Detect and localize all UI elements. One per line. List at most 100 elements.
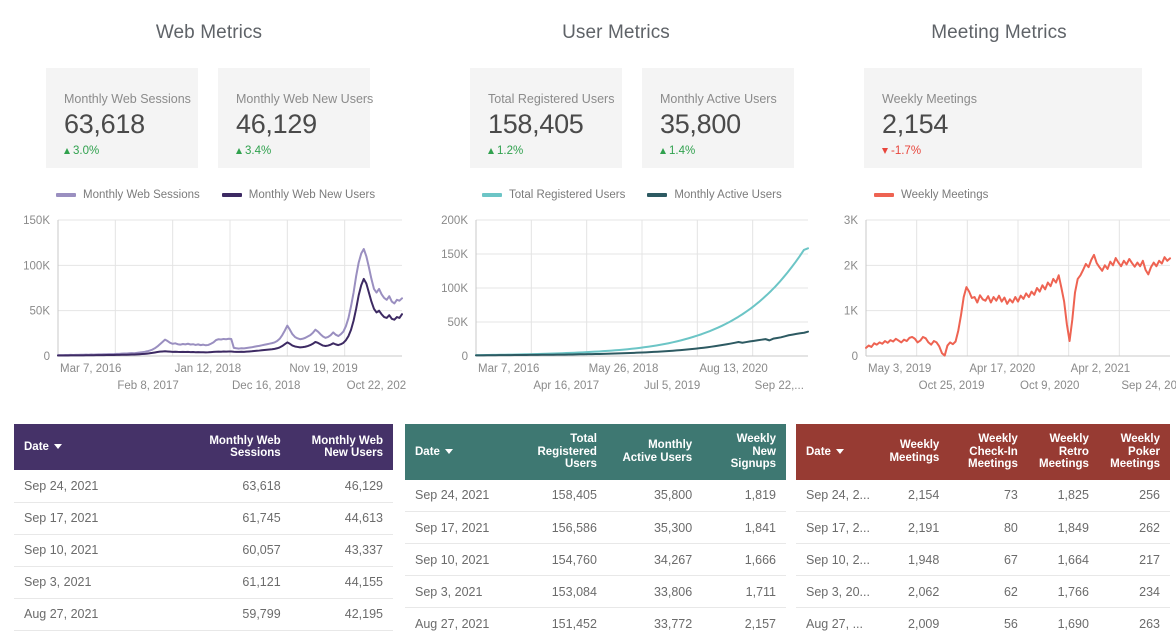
svg-text:0: 0 <box>44 351 50 363</box>
cell-value: 158,405 <box>515 479 607 512</box>
column-header-date[interactable]: Date <box>14 424 188 470</box>
kpi-delta-text: 1.2% <box>497 145 524 157</box>
svg-text:3K: 3K <box>844 215 858 227</box>
kpi-value: 46,129 <box>236 109 317 139</box>
cell-value: 234 <box>1098 575 1170 608</box>
column-header-weekly-new-signups[interactable]: Weekly New Signups <box>702 424 786 480</box>
cell-value: 2,157 <box>702 607 786 632</box>
table-head: Date Monthly Web Sessions Monthly Web Ne… <box>14 424 393 470</box>
cell-value: 1,819 <box>702 479 786 512</box>
cell-value: 61,745 <box>188 502 291 535</box>
cell-value: 262 <box>1098 511 1170 544</box>
table-row[interactable]: Sep 24, 2... 2,154 73 1,825 256 <box>796 479 1170 512</box>
table-row[interactable]: Sep 3, 20... 2,062 62 1,766 234 <box>796 575 1170 608</box>
column-header-date[interactable]: Date <box>796 424 878 480</box>
arrow-up-icon <box>660 148 666 154</box>
table-row[interactable]: Sep 17, 2... 2,191 80 1,849 262 <box>796 511 1170 544</box>
panel-title-web: Web Metrics <box>155 22 263 43</box>
cell-value: 1,948 <box>878 543 950 576</box>
kpi-card-monthly-web-sessions[interactable]: Monthly Web Sessions 63,618 3.0% <box>46 68 198 168</box>
kpi-row-user: Total Registered Users 158,405 1.2% Mont… <box>412 46 812 168</box>
cell-value: 35,300 <box>606 511 703 544</box>
table-row[interactable]: Aug 27, 2021 59,799 42,195 <box>14 598 393 631</box>
cell-value: 156,586 <box>515 511 607 544</box>
cell-value: 154,760 <box>515 543 607 576</box>
cell-value: 63,618 <box>188 470 291 503</box>
kpi-card-weekly-meetings[interactable]: Weekly Meetings 2,154 -1.7% <box>864 68 1142 168</box>
table-row[interactable]: Sep 10, 2021 60,057 43,337 <box>14 534 393 567</box>
svg-text:May 26, 2018: May 26, 2018 <box>589 363 659 375</box>
column-header-monthly-web-new-users[interactable]: Monthly Web New Users <box>291 424 393 470</box>
svg-text:Oct 22, 2020: Oct 22, 2020 <box>347 380 406 392</box>
cell-value: 1,711 <box>702 575 786 608</box>
cell-date: Sep 24, 2021 <box>405 479 516 512</box>
column-header-weekly-retro-meetings[interactable]: Weekly Retro Meetings <box>1028 424 1099 480</box>
table-row[interactable]: Sep 10, 2021 154,760 34,267 1,666 <box>405 543 786 576</box>
arrow-up-icon <box>64 148 70 154</box>
legend-label: Monthly Web Sessions <box>83 189 200 201</box>
table-row[interactable]: Sep 24, 2021 158,405 35,800 1,819 <box>405 479 786 512</box>
cell-date: Sep 10, 2021 <box>14 534 189 567</box>
column-header-date[interactable]: Date <box>405 424 515 480</box>
kpi-label: Monthly Active Users <box>660 92 777 106</box>
svg-text:Mar 7, 2016: Mar 7, 2016 <box>60 363 121 375</box>
arrow-down-icon <box>882 148 888 154</box>
legend-swatch-icon <box>482 193 502 197</box>
table-meeting-metrics[interactable]: Date Weekly Meetings Weekly Check-In Mee… <box>796 424 1170 632</box>
table-user-metrics[interactable]: Date Total Registered Users Monthly Acti… <box>405 424 786 632</box>
chart-user-metrics[interactable]: 0 50K 100K 150K 200K Mar 7, 2016 Apr 16, 2017 M… <box>412 198 812 406</box>
table-head: Date Total Registered Users Monthly Acti… <box>405 424 786 480</box>
legend-item[interactable]: Monthly Web Sessions <box>56 189 200 201</box>
kpi-label: Total Registered Users <box>488 92 615 106</box>
table-row[interactable]: Aug 27, ... 2,009 56 1,690 263 <box>796 607 1170 632</box>
table-row[interactable]: Sep 17, 2021 61,745 44,613 <box>14 502 393 535</box>
kpi-card-total-registered-users[interactable]: Total Registered Users 158,405 1.2% <box>470 68 622 168</box>
table-row[interactable]: Sep 3, 2021 153,084 33,806 1,711 <box>405 575 786 608</box>
svg-text:0: 0 <box>462 351 468 363</box>
column-header-total-registered-users[interactable]: Total Registered Users <box>515 424 606 480</box>
cell-value: 2,191 <box>878 511 950 544</box>
legend-item[interactable]: Total Registered Users <box>482 189 625 201</box>
column-label: Date <box>806 445 831 458</box>
cell-value: 61,121 <box>188 566 291 599</box>
column-header-monthly-active-users[interactable]: Monthly Active Users <box>607 424 702 480</box>
table-web-metrics[interactable]: Date Monthly Web Sessions Monthly Web Ne… <box>14 424 393 631</box>
legend-item[interactable]: Weekly Meetings <box>874 189 988 201</box>
svg-text:Sep 24, 2021: Sep 24, 2021 <box>1121 380 1176 392</box>
column-header-weekly-meetings[interactable]: Weekly Meetings <box>878 424 949 480</box>
legend-item[interactable]: Monthly Active Users <box>647 189 782 201</box>
table-row[interactable]: Sep 17, 2021 156,586 35,300 1,841 <box>405 511 786 544</box>
kpi-card-monthly-web-new-users[interactable]: Monthly Web New Users 46,129 3.4% <box>218 68 373 168</box>
cell-value: 1,825 <box>1027 479 1099 512</box>
panels-row: Web Metrics Monthly Web Sessions 63,618 … <box>0 0 1176 424</box>
cell-date: Sep 17, 2... <box>796 511 879 544</box>
table-row[interactable]: Sep 3, 2021 61,121 44,155 <box>14 566 393 599</box>
cell-value: 1,666 <box>702 543 786 576</box>
table-block-user: Date Total Registered Users Monthly Acti… <box>405 424 796 632</box>
cell-value: 1,766 <box>1027 575 1099 608</box>
column-header-weekly-checkin-meetings[interactable]: Weekly Check-In Meetings <box>949 424 1028 480</box>
legend-item[interactable]: Monthly Web New Users <box>221 189 375 201</box>
column-header-weekly-poker-meetings[interactable]: Weekly Poker Meetings <box>1099 424 1170 480</box>
kpi-value: 158,405 <box>488 109 584 139</box>
legend-swatch-icon <box>647 193 668 197</box>
cell-date: Sep 24, 2... <box>796 479 879 512</box>
chart-meeting-metrics[interactable]: 0 1K 2K 3K May 3, 2019 Oct 25, 2019 Apr 17, 20… <box>812 198 1176 406</box>
column-header-monthly-web-sessions[interactable]: Monthly Web Sessions <box>188 424 290 470</box>
panel-user-metrics: User Metrics Total Registered Users 158,… <box>412 0 812 424</box>
chart-web-metrics[interactable]: 0 50K 100K 150K Mar 7, 2016 Feb 8, 2017 Jan 12… <box>0 198 412 406</box>
table-header-row: Date Monthly Web Sessions Monthly Web Ne… <box>14 424 393 470</box>
panel-web-metrics: Web Metrics Monthly Web Sessions 63,618 … <box>0 0 412 424</box>
chart-legend-user: Total Registered Users Monthly Active Us… <box>412 168 812 201</box>
cell-value: 151,452 <box>515 607 607 632</box>
cell-value: 42,195 <box>290 598 393 631</box>
legend-swatch-icon <box>221 193 242 197</box>
kpi-delta: 3.4% <box>236 144 370 158</box>
kpi-card-monthly-active-users[interactable]: Monthly Active Users 35,800 1.4% <box>642 68 794 168</box>
table-row[interactable]: Sep 24, 2021 63,618 46,129 <box>14 470 393 503</box>
svg-text:Sep 22,...: Sep 22,... <box>755 380 804 392</box>
table-row[interactable]: Sep 10, 2... 1,948 67 1,664 217 <box>796 543 1170 576</box>
svg-text:200K: 200K <box>441 215 468 227</box>
table-row[interactable]: Aug 27, 2021 151,452 33,772 2,157 <box>405 607 786 632</box>
table-block-web: Date Monthly Web Sessions Monthly Web Ne… <box>0 424 405 632</box>
